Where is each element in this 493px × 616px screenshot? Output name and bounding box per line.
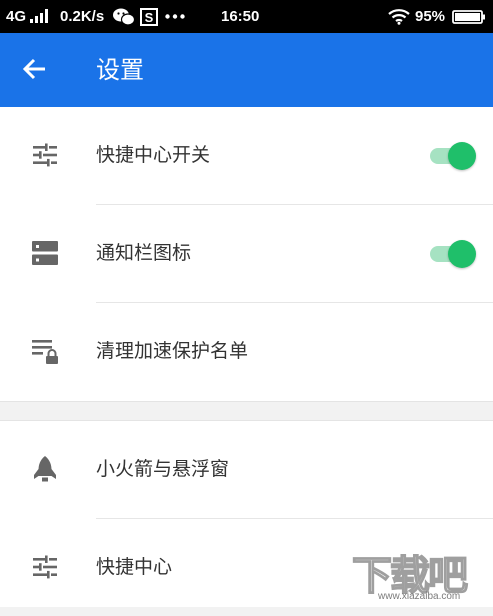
- section-separator: [0, 401, 493, 421]
- sliders-icon: [33, 143, 57, 167]
- battery-icon: [452, 10, 485, 24]
- network-speed: 0.2K/s: [60, 8, 105, 25]
- signal-icon: [30, 9, 48, 23]
- setting-label: 快捷中心: [96, 556, 173, 578]
- svg-text:S: S: [145, 10, 154, 25]
- setting-label: 小火箭与悬浮窗: [96, 458, 230, 480]
- setting-label: 清理加速保护名单: [96, 340, 249, 362]
- setting-row-notification-icon[interactable]: 通知栏图标: [0, 205, 493, 302]
- settings-section-general: 快捷中心开关 通知栏图标 清理加速保护名单: [0, 107, 493, 401]
- toggle-knob: [448, 142, 476, 170]
- settings-section-tools: 小火箭与悬浮窗 快捷中心: [0, 421, 493, 607]
- battery-percent: 95%: [415, 8, 446, 25]
- app-bar: 设置: [0, 33, 493, 107]
- notification-s-icon: S: [140, 8, 158, 26]
- more-dots-icon: [165, 14, 185, 19]
- quick-center-toggle[interactable]: [428, 141, 478, 171]
- setting-row-cleanup-whitelist[interactable]: 清理加速保护名单: [0, 303, 493, 400]
- setting-label: 通知栏图标: [96, 242, 192, 264]
- setting-row-quick-center-switch[interactable]: 快捷中心开关: [0, 107, 493, 204]
- server-stack-icon: [32, 241, 58, 265]
- setting-row-rocket-floating-window[interactable]: 小火箭与悬浮窗: [0, 421, 493, 518]
- status-bar: 4G 0.2K/s S 16:50 95%: [0, 0, 493, 33]
- clock: 16:50: [221, 8, 260, 25]
- network-type: 4G: [6, 8, 27, 25]
- list-lock-icon: [32, 340, 58, 364]
- wifi-icon: [388, 9, 410, 25]
- page-title: 设置: [96, 56, 144, 84]
- back-arrow-icon[interactable]: [20, 54, 50, 84]
- toggle-knob: [448, 240, 476, 268]
- wechat-icon: [113, 8, 135, 26]
- notification-icon-toggle[interactable]: [428, 239, 478, 269]
- sliders-icon: [33, 555, 57, 579]
- setting-label: 快捷中心开关: [96, 144, 211, 166]
- setting-row-quick-center[interactable]: 快捷中心: [0, 519, 493, 616]
- rocket-icon: [34, 456, 56, 482]
